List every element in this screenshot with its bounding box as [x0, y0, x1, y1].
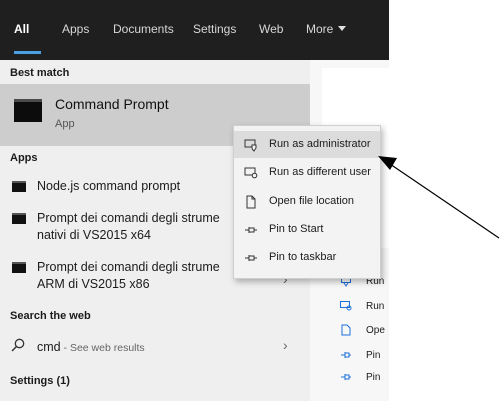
command-prompt-icon	[14, 99, 42, 122]
section-search-web: Search the web	[10, 310, 91, 322]
preview-action-pin-taskbar[interactable]: Pin	[366, 372, 380, 383]
chevron-down-icon	[338, 26, 347, 31]
best-match-title: Command Prompt	[55, 96, 169, 112]
app-item-nodejs[interactable]: Node.js command prompt	[37, 178, 180, 195]
filter-bar: All Apps Documents Settings Web More	[0, 0, 389, 60]
menu-item-pin-to-start[interactable]: Pin to Start	[234, 216, 380, 243]
app-item-vs2015-arm[interactable]: Prompt dei comandi degli strume ARM di V…	[37, 259, 220, 293]
tab-all[interactable]: All	[14, 22, 29, 36]
user-window-icon	[340, 301, 352, 311]
section-apps: Apps	[10, 152, 38, 164]
best-match-subtitle: App	[55, 118, 75, 130]
tab-documents[interactable]: Documents	[113, 22, 174, 36]
pin-icon	[341, 352, 351, 358]
menu-item-label: Pin to Start	[269, 223, 324, 235]
app-item-label-line2: nativi di VS2015 x64	[37, 228, 151, 242]
pin-icon	[341, 374, 351, 380]
app-item-label: Prompt dei comandi degli strume	[37, 211, 220, 225]
console-icon	[12, 262, 26, 273]
section-settings: Settings (1)	[10, 375, 70, 387]
console-icon	[12, 213, 26, 224]
chevron-right-icon[interactable]: ›	[283, 337, 288, 353]
preview-action-open-location[interactable]: Ope	[366, 325, 385, 336]
menu-item-label: Pin to taskbar	[269, 251, 337, 263]
tab-web[interactable]: Web	[259, 22, 283, 36]
preview-action-pin-start[interactable]: Pin	[366, 350, 380, 361]
console-icon	[12, 181, 26, 192]
web-search-suffix: - See web results	[60, 342, 145, 354]
web-search-item[interactable]: cmd - See web results	[37, 340, 145, 354]
search-icon	[11, 338, 25, 352]
app-item-label-line2: ARM di VS2015 x86	[37, 277, 150, 291]
app-item-label: Prompt dei comandi degli strume	[37, 260, 220, 274]
menu-item-label: Open file location	[269, 195, 354, 207]
user-window-icon	[244, 167, 258, 179]
preview-action-run-different[interactable]: Run	[366, 301, 384, 312]
menu-item-run-as-different-user[interactable]: Run as different user	[234, 159, 380, 186]
menu-item-run-as-admin[interactable]: Run as administrator	[234, 131, 380, 158]
pin-icon	[245, 227, 257, 233]
tab-settings[interactable]: Settings	[193, 22, 236, 36]
app-item-vs2015-x64[interactable]: Prompt dei comandi degli strume nativi d…	[37, 210, 220, 244]
section-best-match: Best match	[10, 67, 70, 79]
app-item-label: Node.js command prompt	[37, 179, 181, 193]
menu-item-label: Run as administrator	[269, 138, 371, 150]
file-icon	[341, 324, 351, 336]
menu-item-label: Run as different user	[269, 166, 371, 178]
active-tab-indicator	[14, 51, 41, 54]
pin-icon	[245, 255, 257, 261]
tab-more-label: More	[306, 22, 334, 36]
web-search-query: cmd	[37, 340, 61, 354]
shield-window-icon	[244, 139, 257, 152]
context-menu: Run as administrator Run as different us…	[233, 125, 381, 279]
file-icon	[246, 195, 256, 209]
start-menu: All Apps Documents Settings Web More Bes…	[0, 0, 389, 401]
tab-apps[interactable]: Apps	[62, 22, 89, 36]
menu-item-open-file-location[interactable]: Open file location	[234, 188, 380, 215]
tab-more[interactable]: More	[306, 22, 347, 36]
menu-item-pin-to-taskbar[interactable]: Pin to taskbar	[234, 244, 380, 271]
